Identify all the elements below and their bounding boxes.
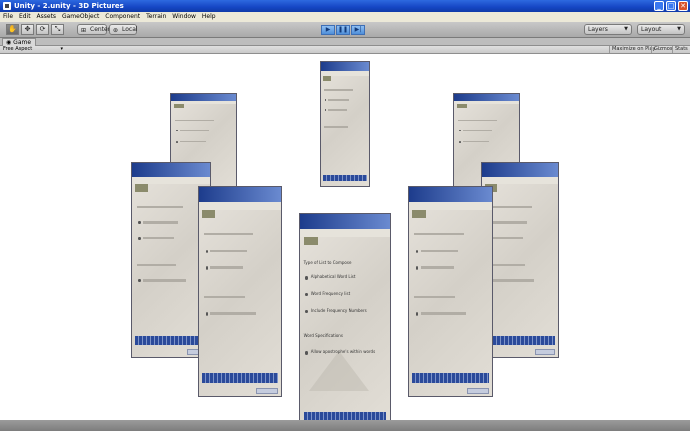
- window-title-bar[interactable]: Unity - 2.unity - 3D Pictures _ □ ✕: [0, 0, 690, 12]
- menu-terrain[interactable]: Terrain: [146, 13, 166, 20]
- game-tab-icon: ◉: [6, 39, 12, 46]
- maximize-button[interactable]: □: [666, 1, 676, 11]
- rotate-tool-icon[interactable]: ⟳: [36, 24, 49, 35]
- picture-text: Type of List to Compose: [303, 259, 352, 265]
- local-label: Local: [122, 26, 138, 33]
- picture-text: Include Frequency Numbers: [310, 307, 367, 313]
- status-bar: [0, 420, 690, 431]
- hand-tool-icon[interactable]: ✋: [6, 24, 19, 35]
- pause-button[interactable]: ❚❚: [336, 25, 350, 35]
- menu-gameobject[interactable]: GameObject: [62, 13, 99, 20]
- chevron-down-icon: ▼: [677, 26, 681, 32]
- picture-panel: [408, 186, 493, 397]
- menu-edit[interactable]: Edit: [19, 13, 31, 20]
- menu-help[interactable]: Help: [202, 13, 216, 20]
- aspect-dropdown[interactable]: Free Aspect ▾: [3, 46, 65, 53]
- main-toolbar: ✋ ✥ ⟳ ⤡ ⊞ Center ⊛ Local ▶ ❚❚ ▶| Layers …: [0, 22, 690, 38]
- menu-component[interactable]: Component: [105, 13, 140, 20]
- picture-panel-center: Type of List to Compose Alphabetical Wor…: [299, 213, 391, 420]
- picture-text: Alphabetical Word List: [310, 274, 356, 280]
- pivot-center-toggle[interactable]: ⊞ Center: [77, 24, 111, 35]
- window-title: Unity - 2.unity - 3D Pictures: [14, 2, 124, 10]
- picture-text: Word Frequency list: [310, 290, 351, 296]
- picture-panel: [198, 186, 282, 397]
- picture-text: Allow apostrophe's within words: [310, 349, 376, 355]
- step-button[interactable]: ▶|: [351, 25, 365, 35]
- game-viewport[interactable]: Type of List to Compose Alphabetical Wor…: [0, 55, 690, 420]
- panel-tab-bar: ◉ Game: [0, 38, 690, 46]
- scale-tool-icon[interactable]: ⤡: [51, 24, 64, 35]
- picture-panel: [320, 61, 370, 187]
- picture-text: Word Specifications: [303, 332, 343, 338]
- close-button[interactable]: ✕: [678, 1, 688, 11]
- menu-window[interactable]: Window: [172, 13, 196, 20]
- menu-bar: File Edit Assets GameObject Component Te…: [0, 12, 690, 22]
- unity-logo-icon: [3, 2, 11, 10]
- chevron-down-icon: ▾: [60, 46, 63, 52]
- menu-file[interactable]: File: [3, 13, 13, 20]
- tab-game[interactable]: ◉ Game: [2, 38, 36, 46]
- aspect-label: Free Aspect: [3, 46, 33, 52]
- menu-assets[interactable]: Assets: [37, 13, 57, 20]
- layout-label: Layout: [641, 26, 662, 33]
- layers-label: Layers: [588, 26, 608, 33]
- layout-dropdown[interactable]: Layout ▼: [637, 24, 685, 35]
- center-label: Center: [90, 26, 111, 33]
- local-icon: ⊛: [113, 27, 119, 34]
- game-view-toolbar: Free Aspect ▾ Maximize on Play Gizmos St…: [0, 46, 690, 54]
- gizmos-toggle[interactable]: Gizmos: [651, 46, 674, 53]
- stats-toggle[interactable]: Stats: [672, 46, 690, 53]
- move-tool-icon[interactable]: ✥: [21, 24, 34, 35]
- play-button[interactable]: ▶: [321, 25, 335, 35]
- pivot-local-toggle[interactable]: ⊛ Local: [109, 24, 138, 35]
- game-tab-label: Game: [13, 39, 32, 46]
- center-icon: ⊞: [81, 27, 87, 34]
- layers-dropdown[interactable]: Layers ▼: [584, 24, 632, 35]
- chevron-down-icon: ▼: [624, 26, 628, 32]
- minimize-button[interactable]: _: [654, 1, 664, 11]
